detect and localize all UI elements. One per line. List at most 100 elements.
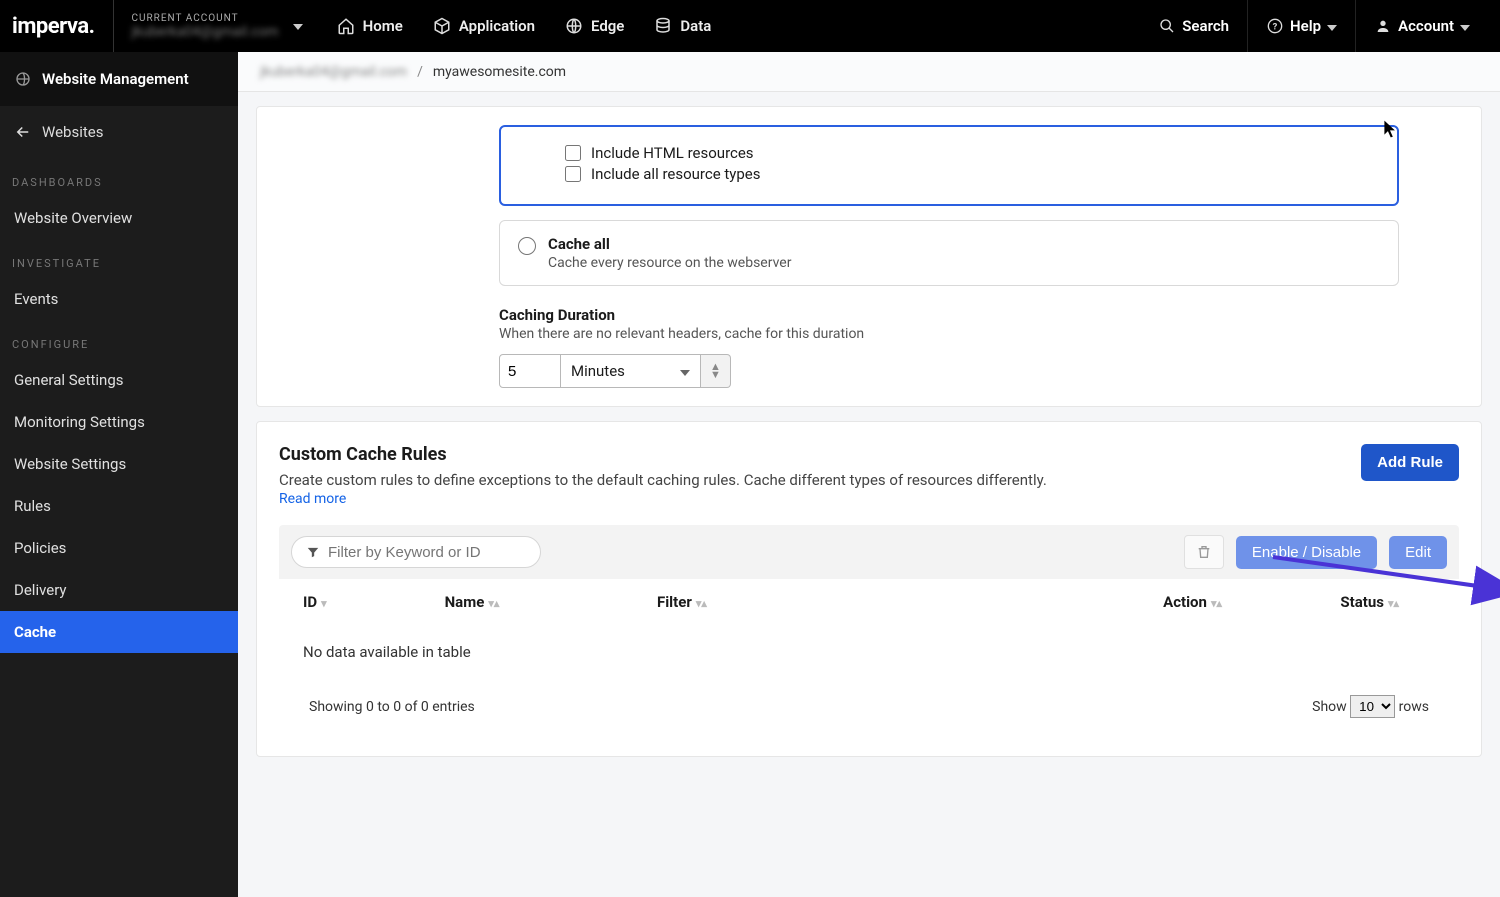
showing-text: Showing 0 to 0 of 0 entries — [309, 699, 475, 715]
sidebar-title-text: Website Management — [42, 70, 189, 88]
checkbox-include-html[interactable]: Include HTML resources — [565, 144, 1379, 162]
sidebar-item-policies[interactable]: Policies — [0, 527, 238, 569]
section-dashboards: DASHBOARDS — [0, 158, 238, 197]
col-status[interactable]: Status▾▴ — [1282, 579, 1459, 625]
checkbox-include-all-label: Include all resource types — [591, 165, 761, 183]
nav-application[interactable]: Application — [433, 17, 535, 35]
nav-data[interactable]: Data — [654, 17, 711, 35]
topbar: imperva. CURRENT ACCOUNT jkuberka04@gmai… — [0, 0, 1500, 52]
empty-message: No data available in table — [279, 625, 1459, 679]
brand-text: imperva — [12, 14, 89, 39]
search-label: Search — [1182, 17, 1229, 35]
read-more-link[interactable]: Read more — [279, 491, 346, 507]
sidebar-item-delivery[interactable]: Delivery — [0, 569, 238, 611]
selected-cache-mode: Include HTML resources Include all resou… — [499, 125, 1399, 206]
section-configure: CONFIGURE — [0, 320, 238, 359]
sidebar-item-events[interactable]: Events — [0, 278, 238, 320]
sort-icon: ▾▴ — [696, 597, 707, 610]
main-content: jkuberka04@gmail.com / myawesomesite.com… — [238, 52, 1500, 897]
top-nav: Home Application Edge Data — [337, 17, 712, 35]
nav-edge-label: Edge — [591, 17, 624, 35]
breadcrumb-site[interactable]: myawesomesite.com — [433, 64, 566, 80]
col-id[interactable]: ID▾ — [279, 579, 421, 625]
sidebar-item-overview[interactable]: Website Overview — [0, 197, 238, 239]
nav-home[interactable]: Home — [337, 17, 403, 35]
search-button[interactable]: Search — [1140, 0, 1247, 52]
cache-mode-panel: Include HTML resources Include all resou… — [256, 106, 1482, 407]
duration-unit-label: Minutes — [571, 362, 625, 380]
help-icon: ? — [1266, 17, 1284, 35]
filter-search[interactable] — [291, 536, 541, 568]
sidebar-item-monitoring[interactable]: Monitoring Settings — [0, 401, 238, 443]
chevron-down-icon — [1460, 17, 1470, 35]
nav-data-label: Data — [680, 17, 711, 35]
custom-rules-desc: Create custom rules to define exceptions… — [279, 471, 1047, 489]
back-websites[interactable]: Websites — [0, 106, 238, 158]
caching-duration: Caching Duration When there are no relev… — [499, 306, 1399, 388]
nav-home-label: Home — [363, 17, 403, 35]
sidebar: Website Management Websites DASHBOARDS W… — [0, 52, 238, 897]
filter-icon — [306, 543, 320, 561]
breadcrumb-sep: / — [417, 64, 423, 80]
sidebar-title: Website Management — [0, 52, 238, 106]
help-menu[interactable]: ? Help — [1247, 0, 1355, 52]
help-label: Help — [1290, 17, 1321, 35]
rules-toolbar: Enable / Disable Edit — [279, 525, 1459, 579]
enable-disable-button[interactable]: Enable / Disable — [1236, 536, 1377, 569]
breadcrumb-account[interactable]: jkuberka04@gmail.com — [260, 64, 407, 80]
svg-text:?: ? — [1273, 21, 1278, 32]
sort-icon: ▾▴ — [1211, 597, 1222, 610]
sidebar-item-website[interactable]: Website Settings — [0, 443, 238, 485]
checkbox-include-html-input[interactable] — [565, 145, 581, 161]
account-value: jkuberka04@gmail.com — [132, 24, 279, 40]
radio-cache-all-title: Cache all — [548, 235, 791, 253]
nav-application-label: Application — [459, 17, 535, 35]
duration-value-input[interactable] — [499, 354, 561, 388]
sidebar-item-rules[interactable]: Rules — [0, 485, 238, 527]
duration-stepper[interactable]: ▲▼ — [701, 354, 731, 388]
radio-cache-all[interactable]: Cache all Cache every resource on the we… — [499, 220, 1399, 286]
account-switcher[interactable]: CURRENT ACCOUNT jkuberka04@gmail.com — [114, 0, 297, 52]
breadcrumb: jkuberka04@gmail.com / myawesomesite.com — [238, 52, 1500, 92]
sort-icon: ▾ — [321, 597, 327, 610]
sidebar-item-cache[interactable]: Cache — [0, 611, 238, 653]
col-name[interactable]: Name▾▴ — [421, 579, 633, 625]
account-menu[interactable]: Account — [1355, 0, 1488, 52]
sidebar-item-general[interactable]: General Settings — [0, 359, 238, 401]
checkbox-include-html-label: Include HTML resources — [591, 144, 754, 162]
delete-button[interactable] — [1184, 535, 1224, 569]
user-icon — [1374, 17, 1392, 35]
chevron-down-icon — [293, 18, 303, 34]
trash-icon — [1195, 543, 1213, 561]
col-filter[interactable]: Filter▾▴ — [633, 579, 1046, 625]
col-action[interactable]: Action▾▴ — [1046, 579, 1282, 625]
sort-icon: ▾▴ — [1388, 597, 1399, 610]
section-investigate: INVESTIGATE — [0, 239, 238, 278]
caching-duration-title: Caching Duration — [499, 306, 1399, 324]
custom-cache-rules-panel: Custom Cache Rules Create custom rules t… — [256, 421, 1482, 757]
chevron-down-icon — [680, 362, 690, 380]
nav-edge[interactable]: Edge — [565, 17, 624, 35]
checkbox-include-all-input[interactable] — [565, 166, 581, 182]
account-label: Account — [1398, 17, 1454, 35]
sort-icon: ▾▴ — [488, 597, 499, 610]
database-icon — [654, 17, 672, 35]
table-row-empty: No data available in table — [279, 625, 1459, 679]
add-rule-button[interactable]: Add Rule — [1361, 444, 1459, 481]
show-label: Show — [1312, 699, 1347, 715]
edit-button[interactable]: Edit — [1389, 536, 1447, 569]
page-size-select[interactable]: 10 — [1350, 695, 1395, 718]
cube-icon — [433, 17, 451, 35]
home-icon — [337, 17, 355, 35]
duration-unit-select[interactable]: Minutes — [561, 354, 701, 388]
search-icon — [1158, 17, 1176, 35]
radio-cache-all-input[interactable] — [518, 237, 536, 255]
rules-table: ID▾ Name▾▴ Filter▾▴ Action▾▴ Status▾▴ No… — [279, 579, 1459, 679]
table-footer: Showing 0 to 0 of 0 entries Show 10 rows — [279, 679, 1459, 734]
checkbox-include-all[interactable]: Include all resource types — [565, 165, 1379, 183]
account-label: CURRENT ACCOUNT — [132, 13, 279, 24]
filter-input[interactable] — [328, 544, 527, 561]
brand-logo: imperva. — [12, 0, 114, 52]
custom-rules-heading: Custom Cache Rules — [279, 444, 1047, 465]
globe-icon — [14, 70, 32, 88]
